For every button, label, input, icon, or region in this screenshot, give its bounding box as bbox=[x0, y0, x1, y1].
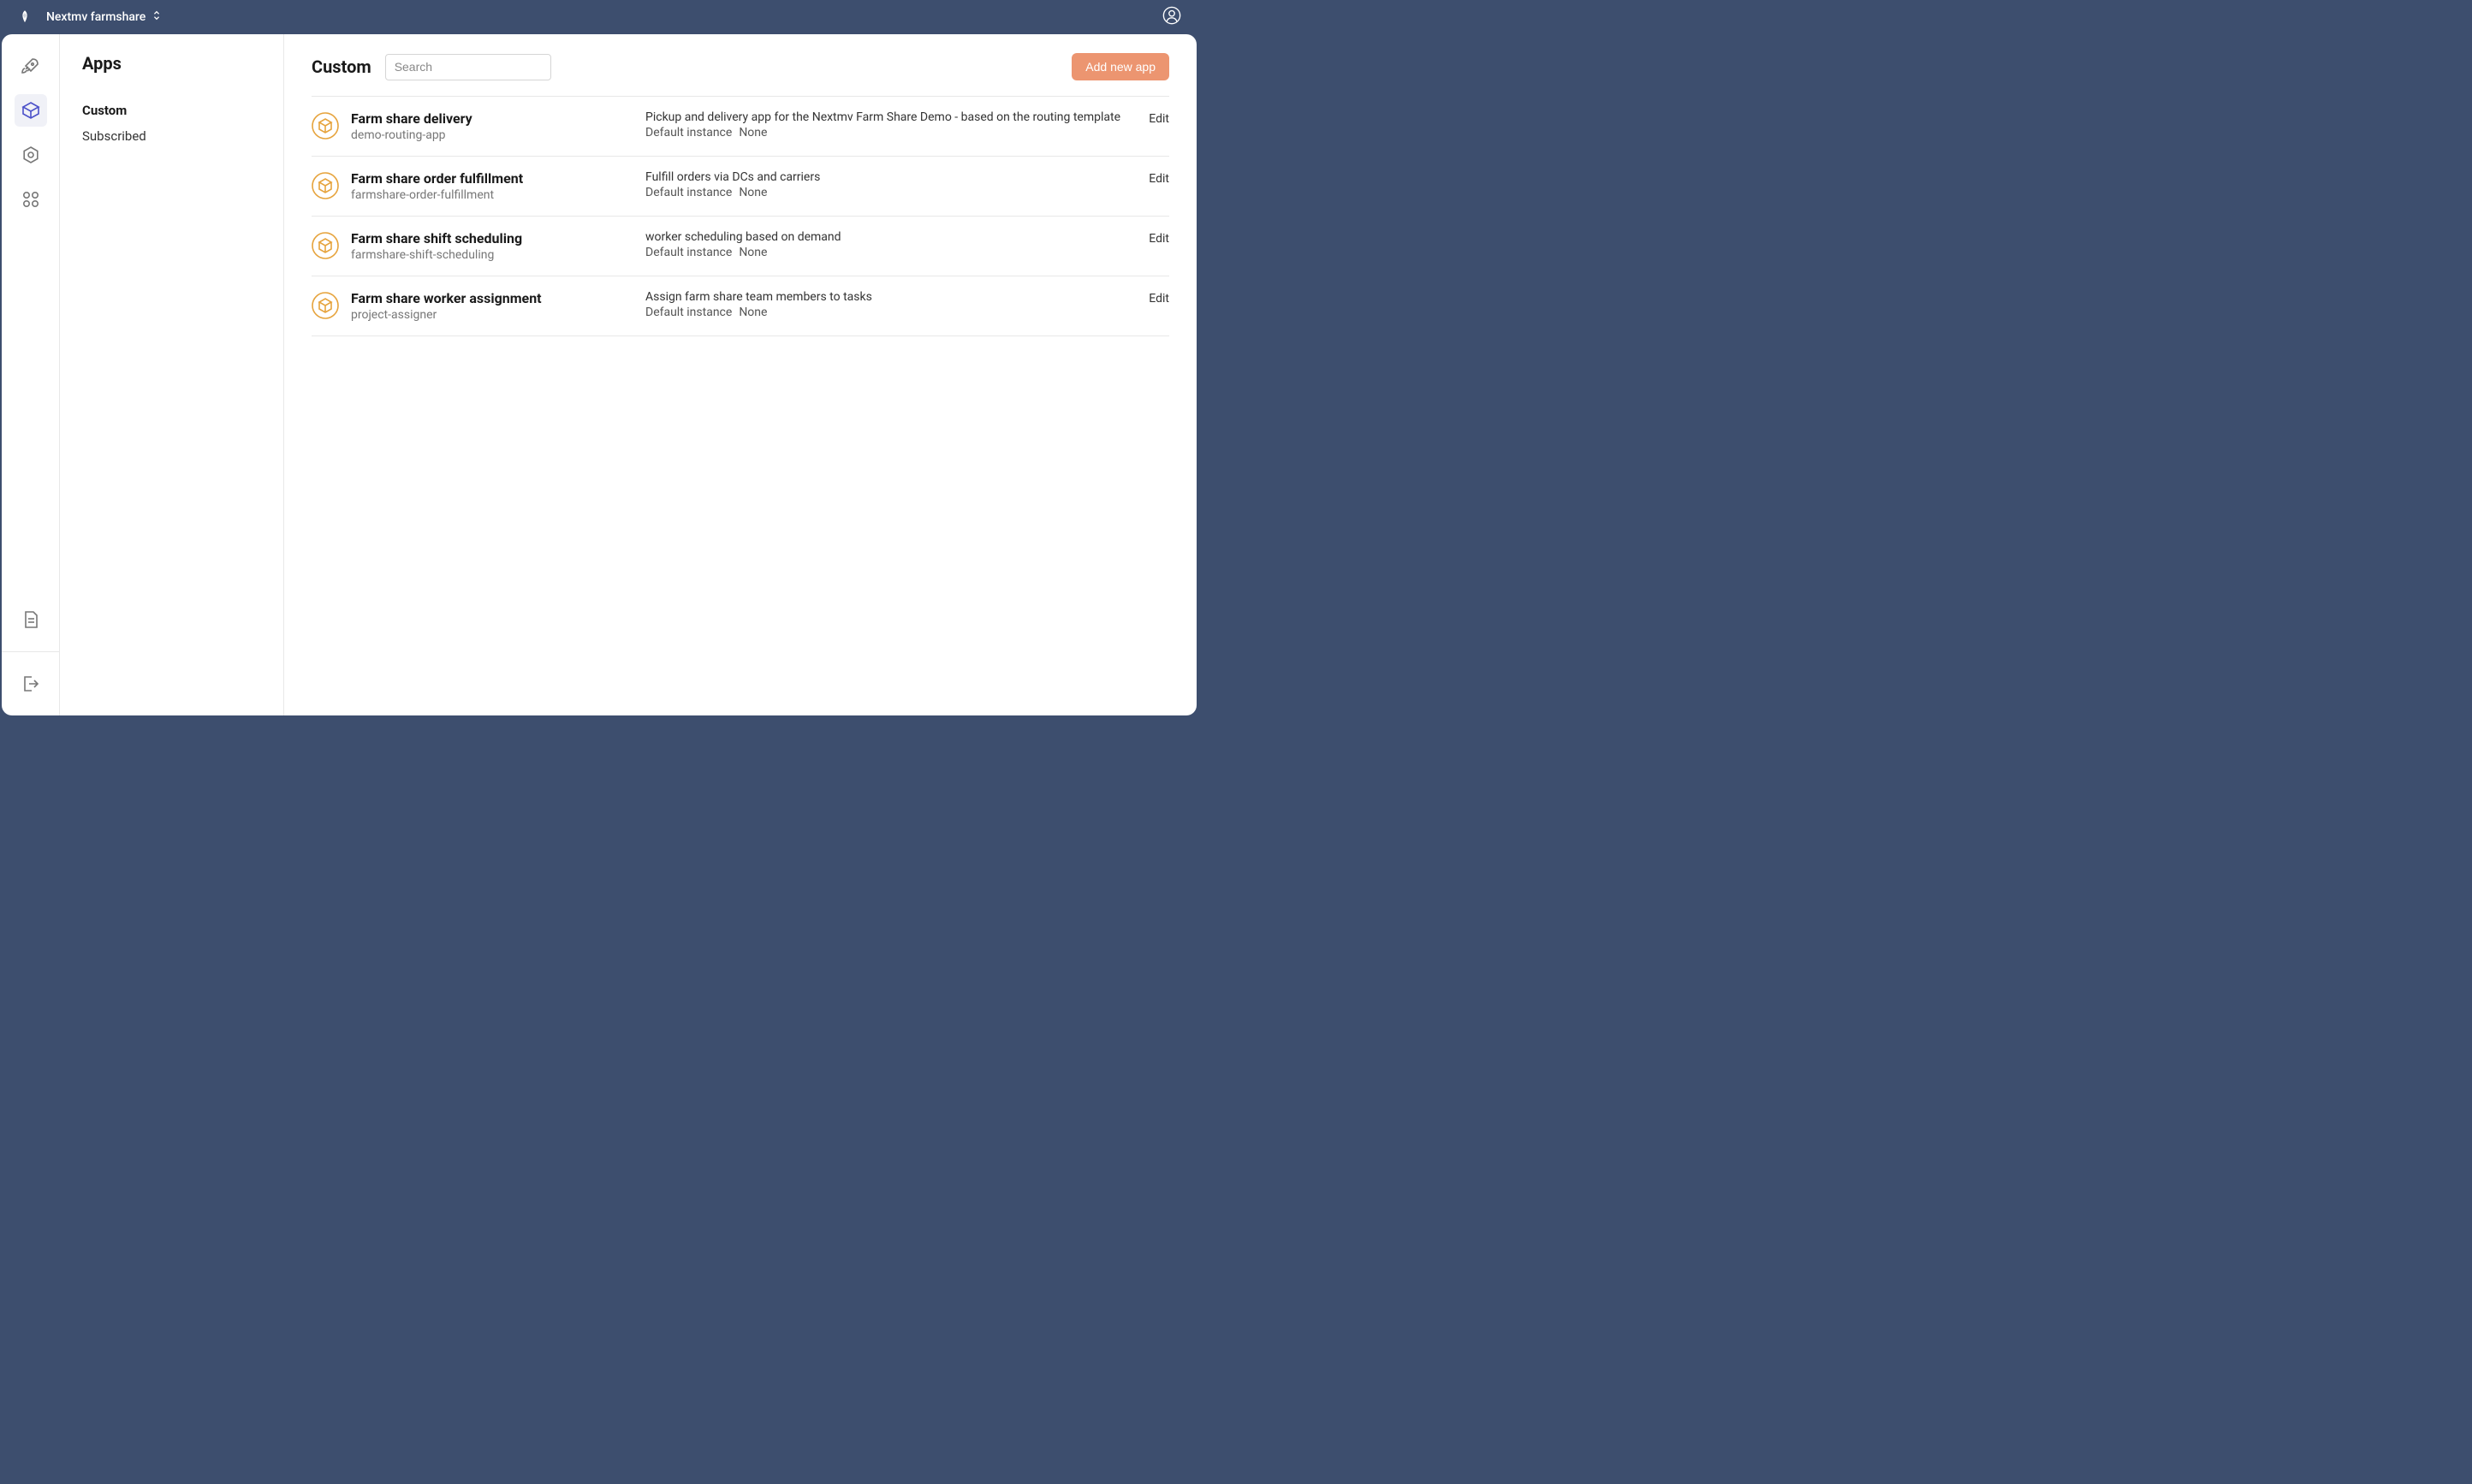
app-info: Farm share order fulfillmentfarmshare-or… bbox=[351, 170, 633, 202]
app-description: Assign farm share team members to tasks bbox=[645, 290, 1137, 304]
search-input[interactable] bbox=[385, 54, 551, 80]
default-instance-label: Default instance bbox=[645, 306, 732, 319]
subnav-item-subscribed[interactable]: Subscribed bbox=[82, 123, 261, 149]
app-row[interactable]: Farm share shift scheduling farmshare-shi… bbox=[312, 217, 1169, 276]
iconbar bbox=[2, 34, 60, 715]
app-name: Farm share worker assignment bbox=[351, 290, 633, 306]
app-id: farmshare-shift-scheduling bbox=[351, 248, 633, 262]
default-instance-label: Default instance bbox=[645, 126, 732, 139]
nav-rocket[interactable] bbox=[15, 50, 47, 82]
default-instance-value: None bbox=[739, 306, 767, 319]
default-instance-label: Default instance bbox=[645, 186, 732, 199]
default-instance-value: None bbox=[739, 246, 767, 259]
app-desc-block: worker scheduling based on demand Default… bbox=[645, 230, 1137, 259]
box-icon bbox=[312, 172, 339, 199]
app-id: demo-routing-app bbox=[351, 128, 633, 142]
box-icon bbox=[312, 112, 339, 139]
app-meta: Default instance None bbox=[645, 126, 1137, 139]
apps-list: Farm share deliverydemo-routing-app Picku… bbox=[312, 97, 1169, 336]
add-new-app-button[interactable]: Add new app bbox=[1072, 53, 1169, 80]
chevron-updown-icon bbox=[152, 10, 161, 24]
app-info: Farm share worker assignment project-assi… bbox=[351, 290, 633, 322]
app-row[interactable]: Farm share order fulfillmentfarmshare-or… bbox=[312, 157, 1169, 217]
subnav-item-custom[interactable]: Custom bbox=[82, 98, 261, 123]
app-id: project-assigner bbox=[351, 308, 633, 322]
nav-grid[interactable] bbox=[15, 183, 47, 216]
user-avatar-icon[interactable] bbox=[1162, 6, 1181, 28]
app-name: Farm share shift scheduling bbox=[351, 230, 633, 246]
main-content: Custom Add new app Farm share deliveryde… bbox=[284, 34, 1197, 715]
app-meta: Default instance None bbox=[645, 306, 1137, 319]
app-desc-block: Fulfill orders via DCs and carriers Defau… bbox=[645, 170, 1137, 199]
app-row[interactable]: Farm share worker assignment project-assi… bbox=[312, 276, 1169, 336]
nav-docs[interactable] bbox=[15, 603, 47, 636]
iconbar-top bbox=[15, 50, 47, 216]
app-name: Farm share order fulfillment bbox=[351, 170, 633, 187]
app-description: worker scheduling based on demand bbox=[645, 230, 1137, 244]
subnav: Apps Custom Subscribed bbox=[60, 34, 284, 715]
app-info: Farm share deliverydemo-routing-app bbox=[351, 110, 633, 142]
nav-logout[interactable] bbox=[15, 668, 47, 700]
box-icon bbox=[312, 292, 339, 319]
org-name: Nextmv farmshare bbox=[46, 10, 146, 24]
top-bar: Nextmv farmshare bbox=[0, 0, 1198, 34]
app-desc-block: Pickup and delivery app for the Nextmv F… bbox=[645, 110, 1137, 139]
subnav-title: Apps bbox=[82, 53, 261, 74]
default-instance-value: None bbox=[739, 186, 767, 199]
page-title: Custom bbox=[312, 56, 371, 77]
app-meta: Default instance None bbox=[645, 246, 1137, 259]
default-instance-label: Default instance bbox=[645, 246, 732, 259]
app-meta: Default instance None bbox=[645, 186, 1137, 199]
org-switcher[interactable]: Nextmv farmshare bbox=[46, 10, 161, 24]
nav-apps[interactable] bbox=[15, 94, 47, 127]
iconbar-separator bbox=[2, 651, 59, 652]
edit-link[interactable]: Edit bbox=[1149, 232, 1169, 246]
app-shell: Apps Custom Subscribed Custom Add new ap… bbox=[2, 34, 1197, 715]
top-bar-left: Nextmv farmshare bbox=[17, 9, 161, 25]
main-header: Custom Add new app bbox=[312, 53, 1169, 80]
app-info: Farm share shift scheduling farmshare-shi… bbox=[351, 230, 633, 262]
edit-link[interactable]: Edit bbox=[1149, 292, 1169, 306]
app-description: Pickup and delivery app for the Nextmv F… bbox=[645, 110, 1137, 124]
app-desc-block: Assign farm share team members to tasks D… bbox=[645, 290, 1137, 319]
box-icon bbox=[312, 232, 339, 259]
app-id: farmshare-order-fulfillment bbox=[351, 188, 633, 202]
logo-icon bbox=[17, 9, 33, 25]
edit-link[interactable]: Edit bbox=[1149, 172, 1169, 186]
edit-link[interactable]: Edit bbox=[1149, 112, 1169, 126]
default-instance-value: None bbox=[739, 126, 767, 139]
nav-settings[interactable] bbox=[15, 139, 47, 171]
app-description: Fulfill orders via DCs and carriers bbox=[645, 170, 1137, 184]
app-row[interactable]: Farm share deliverydemo-routing-app Picku… bbox=[312, 97, 1169, 157]
app-name: Farm share delivery bbox=[351, 110, 633, 127]
iconbar-bottom bbox=[2, 603, 59, 700]
header-left: Custom bbox=[312, 54, 551, 80]
